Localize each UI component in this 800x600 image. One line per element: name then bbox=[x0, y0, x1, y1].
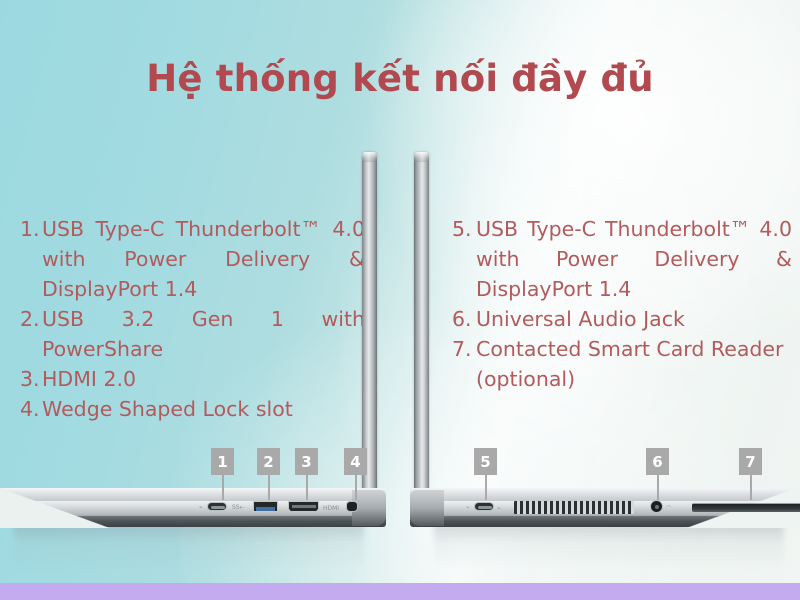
callout-leader-line bbox=[306, 472, 308, 500]
superspeed-glyph: SS⇠ bbox=[232, 504, 245, 511]
smart-card-reader bbox=[692, 503, 800, 512]
laptop-reflection bbox=[14, 524, 364, 570]
laptop-lid-top-edge bbox=[414, 152, 429, 162]
callout-badge-6[interactable]: 6 bbox=[646, 448, 669, 475]
usbc-label-glyph: ⌁ bbox=[497, 505, 501, 512]
laptop-lid bbox=[414, 152, 429, 507]
laptop-base-top-surface bbox=[0, 488, 386, 502]
hdmi-glyph: HDMI bbox=[323, 505, 340, 512]
thunderbolt-glyph: ⌁ bbox=[199, 504, 203, 511]
universal-audio-jack bbox=[650, 500, 663, 513]
callout-badge-5[interactable]: 5 bbox=[474, 448, 497, 475]
laptop-base-underside bbox=[410, 516, 800, 527]
laptop-base: ⌁ SS⇠ HDMI bbox=[0, 488, 386, 528]
laptop-lid-top-edge bbox=[362, 152, 377, 162]
callout-leader-line bbox=[355, 472, 357, 500]
cooling-vents bbox=[514, 501, 634, 514]
right-laptop-image: ⌁ ⌁ ◠ ▭ 5 6 7 bbox=[404, 150, 800, 570]
laptop-reflection bbox=[434, 524, 784, 570]
wedge-lock-slot bbox=[346, 501, 358, 512]
callout-badge-4[interactable]: 4 bbox=[344, 448, 367, 475]
headphone-glyph: ◠ bbox=[666, 504, 672, 511]
laptop-base-underside bbox=[0, 516, 386, 527]
laptop-hinge bbox=[410, 490, 444, 526]
laptop-base: ⌁ ⌁ ◠ ▭ bbox=[410, 488, 800, 528]
callout-leader-line bbox=[750, 472, 752, 500]
laptop-base-top-surface bbox=[410, 488, 800, 502]
hdmi-port bbox=[288, 501, 319, 512]
callout-badge-3[interactable]: 3 bbox=[295, 448, 318, 475]
bottom-accent-bar bbox=[0, 583, 800, 600]
callout-badge-2[interactable]: 2 bbox=[257, 448, 280, 475]
callout-badge-7[interactable]: 7 bbox=[739, 448, 762, 475]
usb-c-thunderbolt-port bbox=[207, 502, 227, 511]
callout-badge-1[interactable]: 1 bbox=[211, 448, 234, 475]
thunderbolt-glyph: ⌁ bbox=[466, 504, 470, 511]
usb-a-port bbox=[253, 501, 278, 512]
callout-leader-line bbox=[485, 472, 487, 500]
left-laptop-image: ⌁ SS⇠ HDMI 1 2 3 4 bbox=[0, 150, 414, 570]
page-title: Hệ thống kết nối đầy đủ bbox=[146, 57, 654, 100]
usb-c-thunderbolt-port bbox=[474, 502, 494, 511]
callout-leader-line bbox=[657, 472, 659, 500]
infographic-canvas: Hệ thống kết nối đầy đủ 1. USB Type-C Th… bbox=[0, 0, 800, 600]
callout-leader-line bbox=[268, 472, 270, 500]
callout-leader-line bbox=[222, 472, 224, 500]
